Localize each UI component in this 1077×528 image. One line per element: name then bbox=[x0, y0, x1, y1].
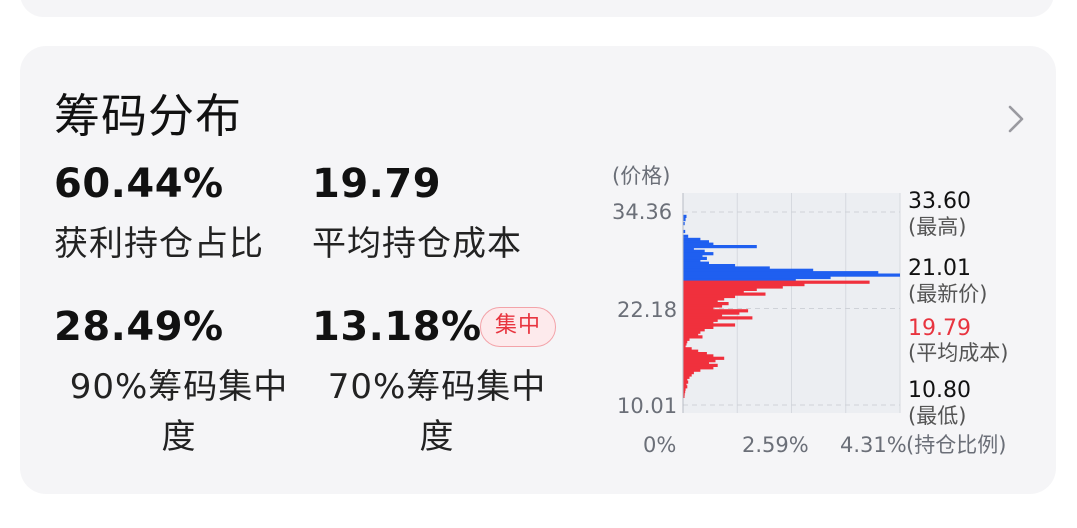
avg-cost-marker-label: (平均成本) bbox=[908, 341, 1009, 365]
latest-price-value: 21.01 bbox=[908, 256, 971, 281]
chip-bar bbox=[683, 234, 689, 238]
chip-bar bbox=[683, 214, 687, 218]
high-price-value: 33.60 bbox=[908, 189, 971, 214]
x-axis-label: (持仓比例) bbox=[906, 433, 1007, 457]
y-tick-low: 10.01 bbox=[617, 394, 678, 418]
x-tick-0: 0% bbox=[643, 433, 677, 457]
y-tick-high: 34.36 bbox=[612, 200, 673, 224]
high-price-label: (最高) bbox=[908, 215, 967, 239]
low-price-label: (最低) bbox=[908, 404, 967, 428]
latest-price-label: (最新价) bbox=[908, 282, 988, 306]
low-price-value: 10.80 bbox=[908, 378, 971, 403]
x-tick-1: 2.59% bbox=[742, 433, 809, 457]
y-axis-label: (价格) bbox=[612, 164, 671, 188]
x-tick-2: 4.31% bbox=[840, 433, 907, 457]
chip-bar bbox=[683, 245, 757, 249]
avg-cost-marker-value: 19.79 bbox=[908, 316, 971, 341]
y-tick-mid: 22.18 bbox=[617, 298, 678, 322]
